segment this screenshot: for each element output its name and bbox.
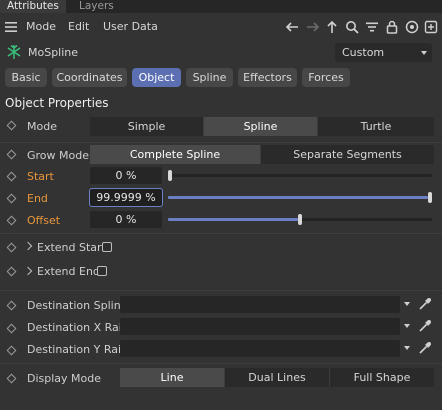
target-icon[interactable] [404,19,420,35]
preset-dropdown[interactable]: Custom [335,43,432,62]
chevron-down-icon[interactable] [404,302,410,306]
chevron-down-icon[interactable] [404,346,410,350]
start-slider[interactable] [168,170,432,181]
display-mode-dual-lines[interactable]: Dual Lines [225,368,329,387]
offset-slider-fill [168,218,298,221]
panel-tab-attributes[interactable]: Attributes [0,0,66,13]
chevron-right-icon[interactable] [23,241,33,251]
offset-slider[interactable] [168,214,432,225]
tab-coordinates[interactable]: Coordinates [52,68,127,87]
chevron-down-icon [421,51,427,55]
offset-label: Offset [27,214,61,227]
divider [0,142,442,143]
tab-basic[interactable]: Basic [5,68,47,87]
new-panel-icon[interactable] [423,19,439,35]
end-input[interactable]: 99.9999 % [89,188,163,207]
animation-diamond-icon[interactable] [6,300,17,311]
extend-start-label: Extend Start [37,241,106,254]
animation-diamond-icon[interactable] [6,345,17,356]
start-input[interactable]: 0 % [90,167,162,184]
divider [0,363,442,364]
object-name: MoSpline [28,46,79,59]
start-label: Start [27,170,54,183]
destination-y-rail-label: Destination Y Rail [27,343,125,356]
extend-start-checkbox[interactable] [102,242,112,252]
end-label: End [27,192,48,205]
tab-object[interactable]: Object [132,68,181,87]
tab-spline[interactable]: Spline [186,68,233,87]
end-slider-fill [168,196,428,199]
divider [0,290,442,291]
offset-slider-handle[interactable] [298,214,302,225]
pick-object-icon[interactable] [418,297,432,311]
destination-spline-label: Destination Spline [27,299,128,312]
divider [0,233,442,234]
animation-diamond-icon[interactable] [6,215,17,226]
pick-object-icon[interactable] [418,341,432,355]
menu-mode[interactable]: Mode [26,20,56,33]
grow-mode-segmented: Complete Spline Separate Segments [90,145,434,164]
animation-diamond-icon[interactable] [6,323,17,334]
panel-tab-layers[interactable]: Layers [72,0,121,13]
start-slider-handle[interactable] [168,170,172,181]
animation-diamond-icon[interactable] [6,120,17,131]
display-mode-label: Display Mode [27,372,102,385]
mospline-icon [7,44,21,59]
menu-bar: Mode Edit User Data [0,13,442,40]
chevron-down-icon[interactable] [404,324,410,328]
grow-mode-complete-spline[interactable]: Complete Spline [90,145,260,164]
search-icon[interactable] [344,19,360,35]
destination-y-rail-field[interactable] [120,340,400,357]
menu-user-data[interactable]: User Data [103,20,158,33]
animation-diamond-icon[interactable] [6,373,17,384]
hamburger-menu-icon[interactable] [3,19,19,35]
tab-forces[interactable]: Forces [302,68,350,87]
extend-end-label: Extend End [37,265,100,278]
section-title: Object Properties [5,96,109,110]
destination-spline-field[interactable] [120,296,400,313]
animation-diamond-icon[interactable] [6,171,17,182]
animation-diamond-icon[interactable] [6,149,17,160]
mode-label: Mode [27,120,57,133]
animation-diamond-icon[interactable] [6,193,17,204]
back-arrow-icon[interactable] [284,19,300,35]
animation-diamond-icon[interactable] [6,266,17,277]
filter-icon[interactable] [364,19,380,35]
mode-simple[interactable]: Simple [90,117,203,136]
tab-effectors[interactable]: Effectors [238,68,297,87]
animation-diamond-icon[interactable] [6,242,17,253]
offset-input[interactable]: 0 % [90,211,162,228]
extend-end-checkbox[interactable] [97,266,107,276]
menu-edit[interactable]: Edit [68,20,89,33]
display-mode-segmented: Line Dual Lines Full Shape [120,368,434,387]
pick-object-icon[interactable] [418,319,432,333]
grow-mode-separate-segments[interactable]: Separate Segments [261,145,434,164]
destination-x-rail-field[interactable] [120,318,400,335]
end-slider[interactable] [168,192,432,203]
preset-value: Custom [342,46,385,59]
end-slider-handle[interactable] [428,192,432,203]
mode-segmented: Simple Spline Turtle [90,117,434,136]
display-mode-full-shape[interactable]: Full Shape [330,368,434,387]
mode-spline[interactable]: Spline [204,117,317,136]
destination-x-rail-label: Destination X Rail [27,321,125,334]
mode-turtle[interactable]: Turtle [318,117,434,136]
chevron-right-icon[interactable] [23,266,33,276]
display-mode-line[interactable]: Line [120,368,224,387]
forward-arrow-icon[interactable] [305,19,321,35]
panel-tab-strip: Attributes Layers [0,0,442,13]
grow-mode-label: Grow Mode [27,149,89,162]
lock-icon[interactable] [384,19,400,35]
up-arrow-icon[interactable] [324,19,340,35]
